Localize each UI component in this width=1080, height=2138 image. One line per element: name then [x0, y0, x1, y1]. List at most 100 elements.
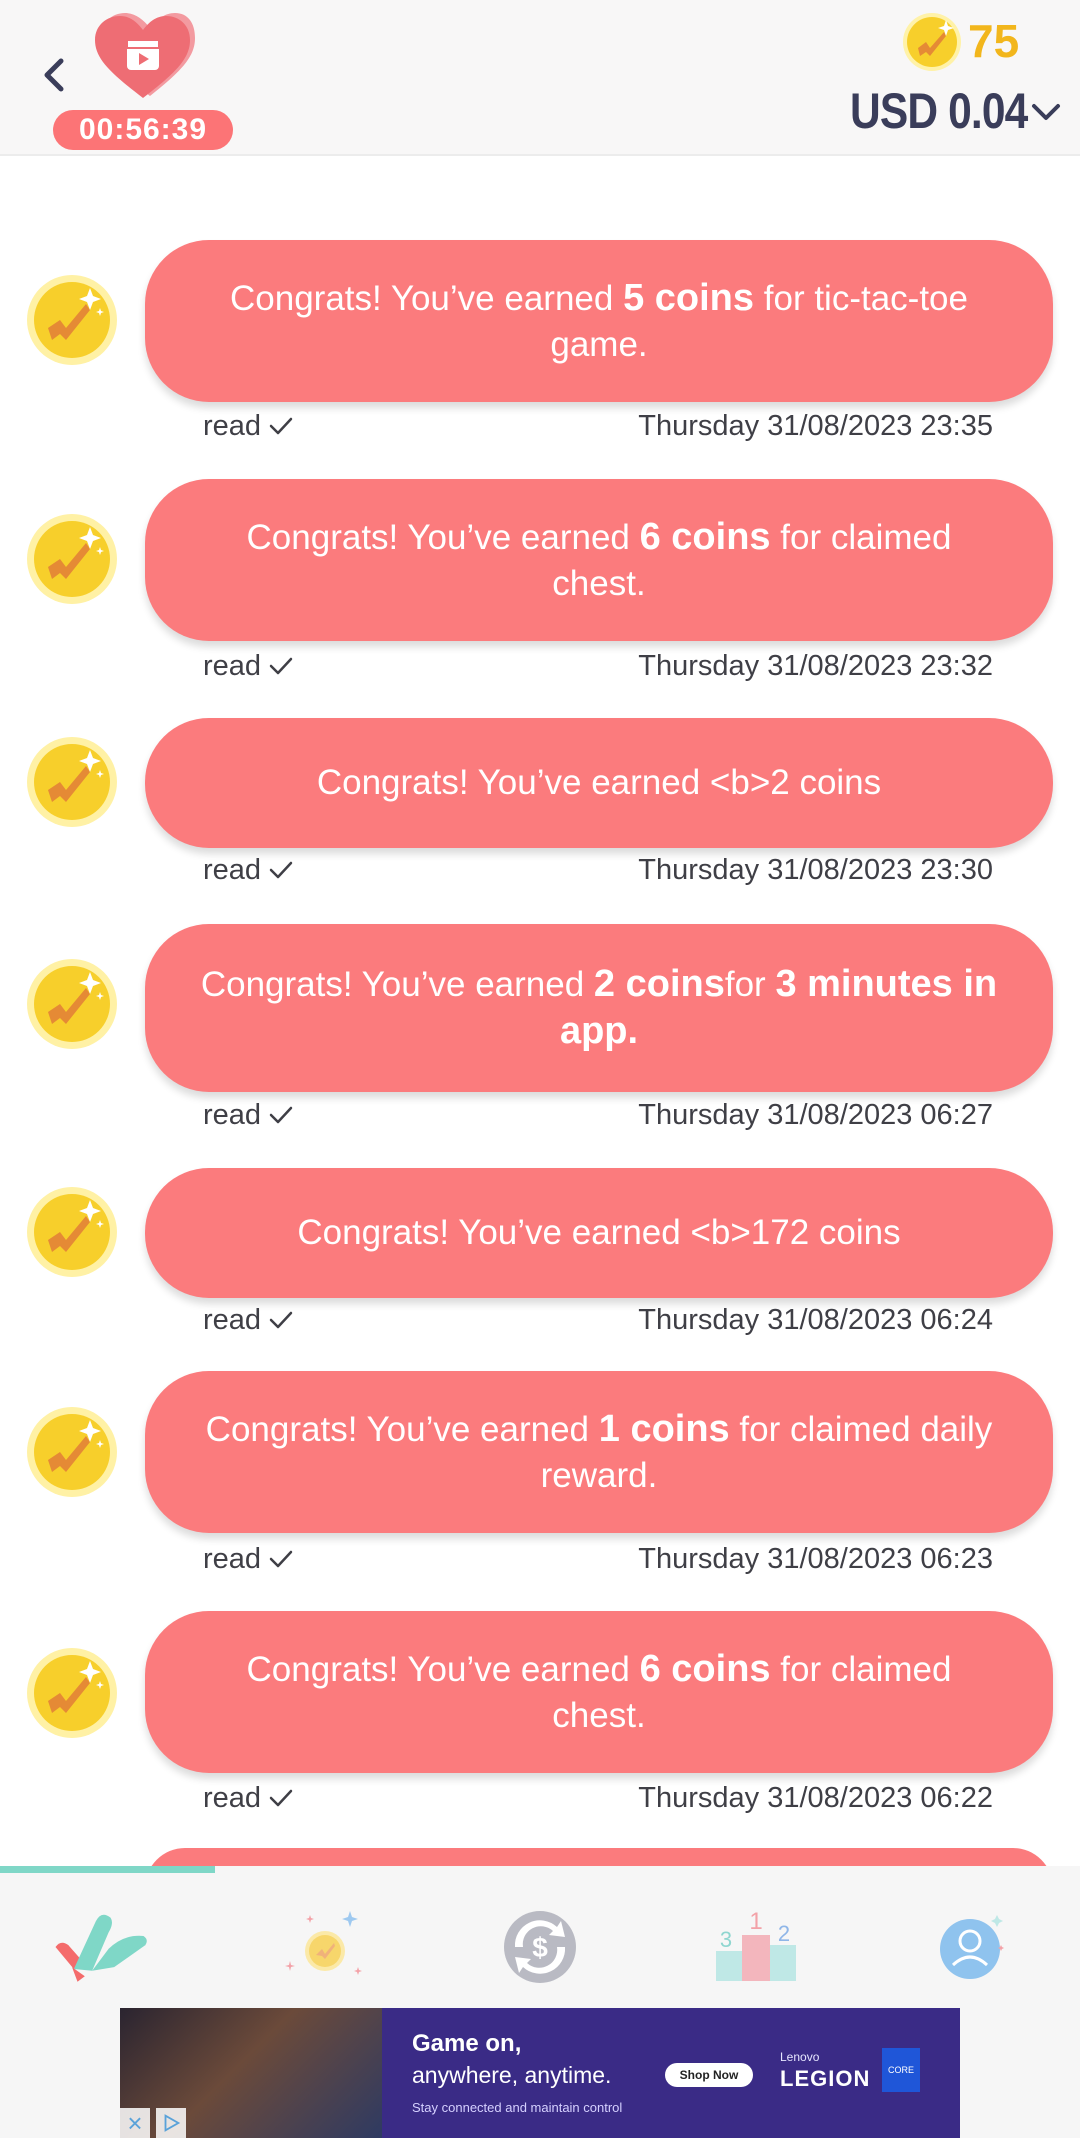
- back-button[interactable]: [30, 50, 80, 100]
- message-timestamp: Thursday 31/08/2023 23:32: [638, 649, 993, 682]
- nav-profile[interactable]: [910, 1896, 1030, 1996]
- message-bubble-partial: [145, 1848, 1053, 1868]
- check-icon: [269, 1789, 293, 1807]
- read-status: read: [203, 1782, 293, 1815]
- nav-leaderboard[interactable]: 1 2 3: [695, 1896, 815, 1996]
- chevron-down-icon[interactable]: [1030, 96, 1062, 128]
- message-bubble[interactable]: Congrats! You’ve earned <b>172 coins: [145, 1168, 1053, 1298]
- check-icon: [269, 657, 293, 675]
- rank-3-label: 3: [720, 1927, 732, 1952]
- bonus-coin-icon: [285, 1910, 362, 1975]
- message-text: Congrats! You’ve earned <b>172 coins: [297, 1210, 900, 1256]
- message-prefix: Congrats! You’ve earned: [230, 278, 624, 318]
- nav-home[interactable]: [45, 1896, 165, 1996]
- read-status-label: read: [203, 1781, 262, 1814]
- ad-banner[interactable]: Game on, anywhere, anytime. Stay connect…: [120, 2008, 960, 2138]
- message-meta: read Thursday 31/08/2023 06:23: [203, 1539, 993, 1579]
- home-check-icon: [55, 1914, 147, 1982]
- check-icon: [269, 1106, 293, 1124]
- check-icon: [269, 417, 293, 435]
- ad-cta-button[interactable]: Shop Now: [665, 2063, 753, 2087]
- profile-icon: [940, 1914, 1004, 1979]
- ad-small-text: Stay connected and maintain control: [412, 2100, 623, 2115]
- message-prefix: Congrats! You’ve earned <b>172 coins: [297, 1213, 901, 1252]
- read-status-label: read: [203, 1098, 262, 1131]
- ad-headline: Game on,: [412, 2030, 522, 2057]
- message-text: Congrats! You’ve earned 2 coinsfor 3 min…: [195, 961, 1003, 1055]
- coin-avatar-icon: [26, 1406, 118, 1498]
- message-prefix: Congrats! You’ve earned: [246, 1649, 640, 1689]
- read-status: read: [203, 854, 293, 887]
- coin-avatar-icon: [26, 958, 118, 1050]
- message-meta: read Thursday 31/08/2023 06:22: [203, 1778, 993, 1818]
- message-timestamp: Thursday 31/08/2023 06:22: [638, 1781, 993, 1814]
- message-coin-amount: 2 coins: [593, 963, 725, 1005]
- message-prefix: Congrats! You’ve earned <b>2 coins: [316, 763, 882, 802]
- read-status-label: read: [203, 649, 262, 682]
- message-bubble[interactable]: Congrats! You’ve earned 5 coins for tic-…: [145, 240, 1053, 402]
- ad-choices-icon[interactable]: [156, 2108, 186, 2138]
- message-meta: read Thursday 31/08/2023 23:35: [203, 406, 993, 446]
- message-meta: read Thursday 31/08/2023 06:24: [203, 1300, 993, 1340]
- message-text: Congrats! You’ve earned <b>2 coins: [317, 760, 881, 806]
- coin-avatar-icon: [26, 274, 118, 366]
- podium-icon: 1 2 3: [716, 1908, 796, 1981]
- check-icon: [269, 1550, 293, 1568]
- message-text: Congrats! You’ve earned 5 coins for tic-…: [195, 275, 1003, 368]
- message-text: Congrats! You’ve earned 1 coins for clai…: [195, 1406, 1003, 1499]
- message-meta: read Thursday 31/08/2023 23:30: [203, 850, 993, 890]
- message-bubble[interactable]: Congrats! You’ve earned 6 coins for clai…: [145, 1611, 1053, 1773]
- ad-brand-top: Lenovo: [780, 2050, 820, 2064]
- message-bubble[interactable]: Congrats! You’ve earned 1 coins for clai…: [145, 1371, 1053, 1533]
- message-prefix: Congrats! You’ve earned: [205, 1409, 599, 1449]
- ad-close-icon[interactable]: ×: [120, 2108, 150, 2138]
- coin-icon: [903, 13, 961, 71]
- coin-avatar-icon: [26, 736, 118, 828]
- read-status: read: [203, 1543, 293, 1576]
- top-bar: 00:56:39 75 USD 0.04: [0, 0, 1080, 156]
- ad-chip-badge: CORE: [882, 2048, 920, 2092]
- session-timer: 00:56:39: [53, 110, 233, 150]
- read-status: read: [203, 410, 293, 443]
- heart-video-icon[interactable]: [95, 8, 195, 103]
- message-coin-amount: 1 coins: [598, 1407, 730, 1450]
- coin-avatar-icon: [26, 1186, 118, 1278]
- message-bubble[interactable]: Congrats! You’ve earned 6 coins for clai…: [145, 479, 1053, 641]
- rank-1-label: 1: [749, 1908, 762, 1935]
- message-bubble[interactable]: Congrats! You’ve earned <b>2 coins: [145, 718, 1053, 848]
- message-bubble[interactable]: Congrats! You’ve earned 2 coinsfor 3 min…: [145, 924, 1053, 1092]
- svg-text:$: $: [532, 1932, 548, 1963]
- read-status-label: read: [203, 409, 262, 442]
- message-timestamp: Thursday 31/08/2023 23:35: [638, 409, 993, 442]
- message-reason: for: [724, 965, 776, 1004]
- message-timestamp: Thursday 31/08/2023 23:30: [638, 853, 993, 886]
- message-meta: read Thursday 31/08/2023 06:27: [203, 1095, 993, 1135]
- app-root: 00:56:39 75 USD 0.04 Congrats! You’ve ea…: [0, 0, 1080, 2138]
- back-chevron-icon: [44, 58, 64, 92]
- coin-avatar-icon: [26, 513, 118, 605]
- nav-active-indicator: [0, 1866, 215, 1873]
- rank-2-label: 2: [778, 1921, 790, 1946]
- message-text: Congrats! You’ve earned 6 coins for clai…: [195, 514, 1003, 607]
- message-timestamp: Thursday 31/08/2023 06:24: [638, 1303, 993, 1336]
- message-coin-amount: 5 coins: [623, 276, 755, 319]
- currency-value[interactable]: USD 0.04: [850, 82, 1028, 140]
- coin-avatar-icon: [26, 1647, 118, 1739]
- read-status: read: [203, 1099, 293, 1132]
- message-text: Congrats! You’ve earned 6 coins for clai…: [195, 1646, 1003, 1739]
- check-icon: [269, 1311, 293, 1329]
- coin-balance: 75: [968, 15, 1020, 67]
- check-icon: [269, 861, 293, 879]
- nav-exchange[interactable]: $: [480, 1896, 600, 1996]
- message-prefix: Congrats! You’ve earned: [200, 965, 594, 1004]
- nav-bonus[interactable]: [265, 1896, 385, 1996]
- message-timestamp: Thursday 31/08/2023 06:27: [638, 1098, 993, 1131]
- message-coin-amount: 6 coins: [639, 515, 771, 558]
- notification-list[interactable]: Congrats! You’ve earned 5 coins for tic-…: [0, 158, 1080, 1868]
- read-status: read: [203, 1304, 293, 1337]
- message-meta: read Thursday 31/08/2023 23:32: [203, 646, 993, 686]
- read-status: read: [203, 650, 293, 683]
- read-status-label: read: [203, 1303, 262, 1336]
- message-prefix: Congrats! You’ve earned: [246, 517, 640, 557]
- ad-brand: LEGION: [780, 2066, 871, 2091]
